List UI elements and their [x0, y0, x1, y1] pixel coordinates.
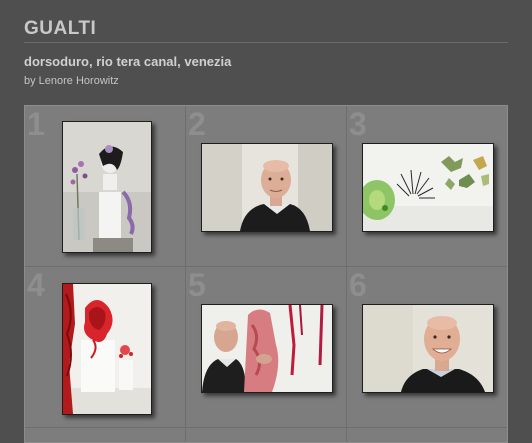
- thumbnail-cell-3: 3: [347, 106, 507, 267]
- thumbnail-cell-6: 6: [347, 267, 507, 428]
- thumbnail-cell-5: 5: [186, 267, 347, 428]
- gallery-title: dorsoduro, rio tera canal, venezia: [24, 54, 232, 69]
- author-byline: by Lenore Horowitz: [24, 75, 119, 87]
- thumbnail-number: 3: [349, 106, 367, 142]
- thumbnail-number: 5: [188, 267, 206, 303]
- thumbnail-image-2[interactable]: [201, 143, 333, 232]
- thumbnail-cell-8: [186, 428, 347, 442]
- site-title[interactable]: GUALTI: [24, 18, 96, 40]
- thumbnail-grid: 1 2 3 4 5 6: [24, 105, 508, 443]
- thumbnail-cell-2: 2: [186, 106, 347, 267]
- thumbnail-image-6[interactable]: [362, 304, 494, 393]
- thumbnail-number: 2: [188, 106, 206, 142]
- thumbnail-image-3[interactable]: [362, 143, 494, 232]
- thumbnail-number: 6: [349, 267, 367, 303]
- thumbnail-number: 1: [27, 106, 45, 142]
- thumbnail-cell-7: [25, 428, 186, 442]
- thumbnail-cell-4: 4: [25, 267, 186, 428]
- thumbnail-image-5[interactable]: [201, 304, 333, 393]
- thumbnail-image-1[interactable]: [62, 121, 152, 253]
- header-divider: [24, 42, 508, 43]
- thumbnail-cell-9: [347, 428, 507, 442]
- thumbnail-image-4[interactable]: [62, 283, 152, 415]
- thumbnail-cell-1: 1: [25, 106, 186, 267]
- thumbnail-number: 4: [27, 267, 45, 303]
